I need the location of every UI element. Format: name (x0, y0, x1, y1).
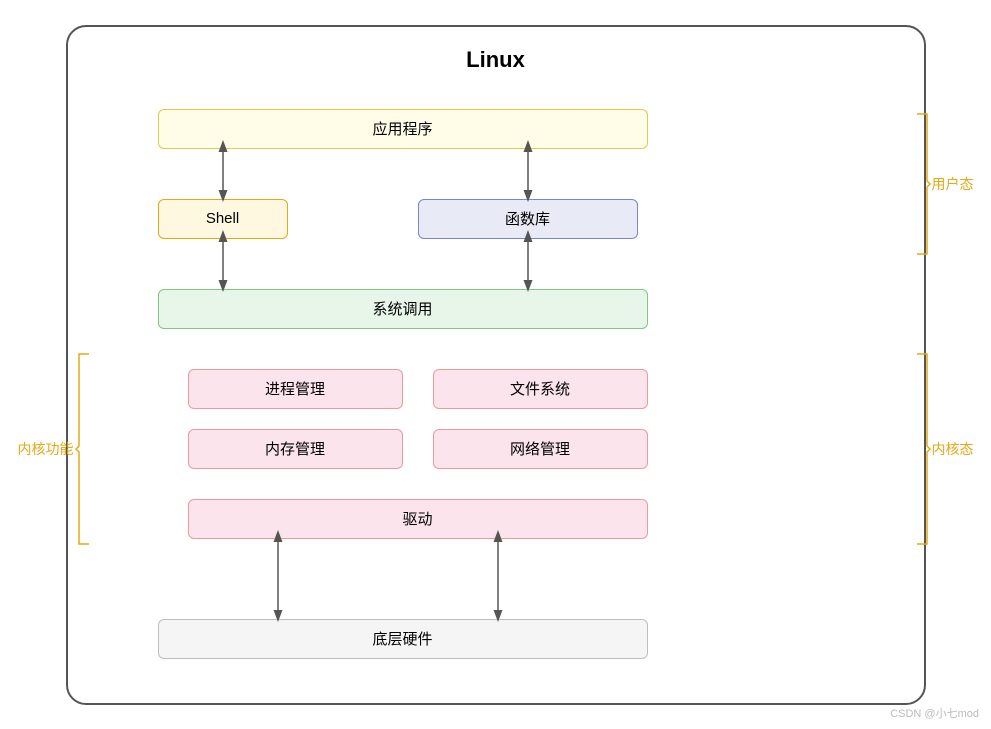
kernel-state-text: 内核态 (932, 439, 974, 459)
app-box: 应用程序 (158, 109, 648, 149)
user-state-label: 用户态 (912, 109, 974, 259)
kernel-func-bracket-icon (74, 349, 94, 549)
kernel-state-label: 内核态 (912, 349, 974, 549)
shell-label: Shell (206, 210, 239, 227)
net-label: 网络管理 (510, 438, 570, 459)
kernel-func-text: 内核功能 (18, 439, 74, 459)
mem-label: 内存管理 (265, 438, 325, 459)
main-container: Linux 应用程序 Shell 函数库 系统调用 进程管理 文件系统 内存管理… (66, 25, 926, 705)
hw-label: 底层硬件 (372, 628, 432, 649)
mem-box: 内存管理 (188, 429, 403, 469)
driver-label: 驱动 (402, 508, 432, 529)
watermark: CSDN @小七mod (890, 705, 979, 721)
diagram-area: 应用程序 Shell 函数库 系统调用 进程管理 文件系统 内存管理 网络管理 … (98, 89, 894, 679)
lib-box: 函数库 (418, 199, 638, 239)
kernel-func-label: 内核功能 (18, 349, 94, 549)
driver-box: 驱动 (188, 499, 648, 539)
syscall-box: 系统调用 (158, 289, 648, 329)
page-title: Linux (98, 47, 894, 73)
kernel-bracket-icon (912, 349, 932, 549)
user-state-text: 用户态 (932, 174, 974, 194)
app-label: 应用程序 (372, 118, 432, 139)
net-box: 网络管理 (433, 429, 648, 469)
shell-box: Shell (158, 199, 288, 239)
syscall-label: 系统调用 (372, 298, 432, 319)
proc-box: 进程管理 (188, 369, 403, 409)
proc-label: 进程管理 (265, 378, 325, 399)
user-bracket-icon (912, 109, 932, 259)
hw-box: 底层硬件 (158, 619, 648, 659)
fs-label: 文件系统 (510, 378, 570, 399)
lib-label: 函数库 (505, 208, 550, 229)
fs-box: 文件系统 (433, 369, 648, 409)
